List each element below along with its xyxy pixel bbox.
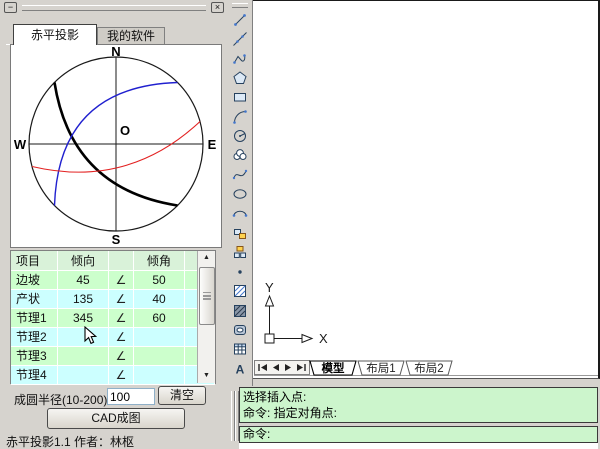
cad-plot-button[interactable]: CAD成图 xyxy=(47,408,185,429)
svg-text:布局1: 布局1 xyxy=(366,362,395,375)
cell-dipdir[interactable] xyxy=(58,366,109,385)
label-origin: O xyxy=(120,123,130,138)
hatch-icon[interactable] xyxy=(228,281,252,300)
ellipse-icon[interactable] xyxy=(228,185,252,204)
multiline-text-icon[interactable]: A xyxy=(228,359,252,378)
header-item: 项目 xyxy=(11,251,58,271)
label-south: S xyxy=(112,232,121,247)
projection-panel: − × 赤平投影 我的软件 N S W E O xyxy=(0,0,229,449)
table-row: 节理4 ∠ xyxy=(11,366,215,385)
clear-button[interactable]: 清空 xyxy=(158,386,206,405)
table-row: 节理2 ∠ xyxy=(11,328,215,347)
rectangle-icon[interactable] xyxy=(228,88,252,107)
command-window-edge xyxy=(239,443,598,449)
tab-model[interactable]: 模型 xyxy=(310,361,356,375)
stereonet-plot: N S W E O xyxy=(10,44,222,248)
mouse-cursor xyxy=(84,326,97,345)
cell-dipdir[interactable] xyxy=(58,347,109,366)
cell-dip[interactable] xyxy=(134,328,185,347)
cell-dip[interactable]: 50 xyxy=(134,271,185,290)
command-history-line: 选择插入点: xyxy=(243,389,594,405)
status-text: 赤平投影1.1 作者：林枢 xyxy=(6,433,134,449)
gradient-icon[interactable] xyxy=(228,301,252,320)
label-west: W xyxy=(14,137,27,152)
table-row: 产状 135 ∠ 40 xyxy=(11,290,215,309)
titlebar-grip[interactable] xyxy=(22,5,206,11)
point-icon[interactable] xyxy=(228,262,252,281)
cell-dip[interactable] xyxy=(134,347,185,366)
make-block-icon[interactable] xyxy=(228,243,252,262)
ellipse-arc-icon[interactable] xyxy=(228,204,252,223)
draw-toolbar: A xyxy=(228,0,253,387)
table-header: 项目 倾向 倾角 xyxy=(11,251,215,271)
svg-text:A: A xyxy=(236,362,245,376)
label-east: E xyxy=(208,137,217,152)
polygon-icon[interactable] xyxy=(228,68,252,87)
ucs-x-label: X xyxy=(319,331,328,346)
table-row: 边坡 45 ∠ 50 xyxy=(11,271,215,290)
cell-dipdir[interactable]: 45 xyxy=(58,271,109,290)
line-icon[interactable] xyxy=(228,10,252,29)
table-row: 节理1 345 ∠ 60 xyxy=(11,309,215,328)
tab-layout2[interactable]: 布局2 xyxy=(406,361,452,375)
minimize-icon[interactable]: − xyxy=(4,2,17,13)
cell-dipdir[interactable]: 135 xyxy=(58,290,109,309)
angle-icon: ∠ xyxy=(109,366,134,385)
command-input-line[interactable]: 命令: xyxy=(239,426,598,443)
scroll-up-icon[interactable]: ▲ xyxy=(198,251,215,265)
table-icon[interactable] xyxy=(228,340,252,359)
construction-line-icon[interactable] xyxy=(228,29,252,48)
cell-dip[interactable] xyxy=(134,366,185,385)
angle-icon: ∠ xyxy=(109,309,134,328)
radius-input[interactable] xyxy=(107,388,155,405)
revision-cloud-icon[interactable] xyxy=(228,146,252,165)
app-window: − × 赤平投影 我的软件 N S W E O xyxy=(0,0,600,449)
polyline-icon[interactable] xyxy=(228,49,252,68)
layout-tabbar: 模型 布局1 布局2 xyxy=(254,359,598,377)
tab-layout1[interactable]: 布局1 xyxy=(358,361,404,375)
angle-icon: ∠ xyxy=(109,347,134,366)
table-scrollbar[interactable]: ▲ ▼ xyxy=(197,251,215,383)
table-row: 节理3 ∠ xyxy=(11,347,215,366)
region-icon[interactable] xyxy=(228,320,252,339)
tab-my-software[interactable]: 我的软件 xyxy=(97,27,165,45)
orientation-table: 项目 倾向 倾角 边坡 45 ∠ 50 产状 135 ∠ 40 节理 xyxy=(10,250,216,384)
circle-icon[interactable] xyxy=(228,126,252,145)
tab-projection[interactable]: 赤平投影 xyxy=(13,24,97,45)
command-window: 选择插入点: 命令: 指定对角点: 命令: xyxy=(228,386,600,449)
cell-dip[interactable]: 60 xyxy=(134,309,185,328)
arc-icon[interactable] xyxy=(228,107,252,126)
insert-block-icon[interactable] xyxy=(228,223,252,242)
scrollbar-thumb[interactable] xyxy=(199,267,215,325)
header-dip-direction: 倾向 xyxy=(58,251,109,271)
ucs-y-label: Y xyxy=(265,280,274,295)
angle-icon: ∠ xyxy=(109,290,134,309)
cell-dip[interactable]: 40 xyxy=(134,290,185,309)
command-history: 选择插入点: 命令: 指定对角点: xyxy=(239,387,598,423)
svg-text:布局2: 布局2 xyxy=(414,362,443,375)
svg-text:模型: 模型 xyxy=(322,361,345,375)
panel-titlebar[interactable]: − × xyxy=(0,2,228,15)
label-north: N xyxy=(111,45,120,59)
ucs-icon: Y X xyxy=(256,280,336,350)
scroll-down-icon[interactable]: ▼ xyxy=(198,369,215,383)
angle-icon: ∠ xyxy=(109,328,134,347)
header-dip: 倾角 xyxy=(134,251,185,271)
angle-icon: ∠ xyxy=(109,271,134,290)
spline-icon[interactable] xyxy=(228,165,252,184)
close-icon[interactable]: × xyxy=(211,2,224,13)
radius-label: 成圆半径(10-200) xyxy=(14,391,107,408)
toolbar-grip[interactable] xyxy=(232,3,248,8)
header-angle xyxy=(109,251,134,271)
command-history-line: 命令: 指定对角点: xyxy=(243,405,594,421)
